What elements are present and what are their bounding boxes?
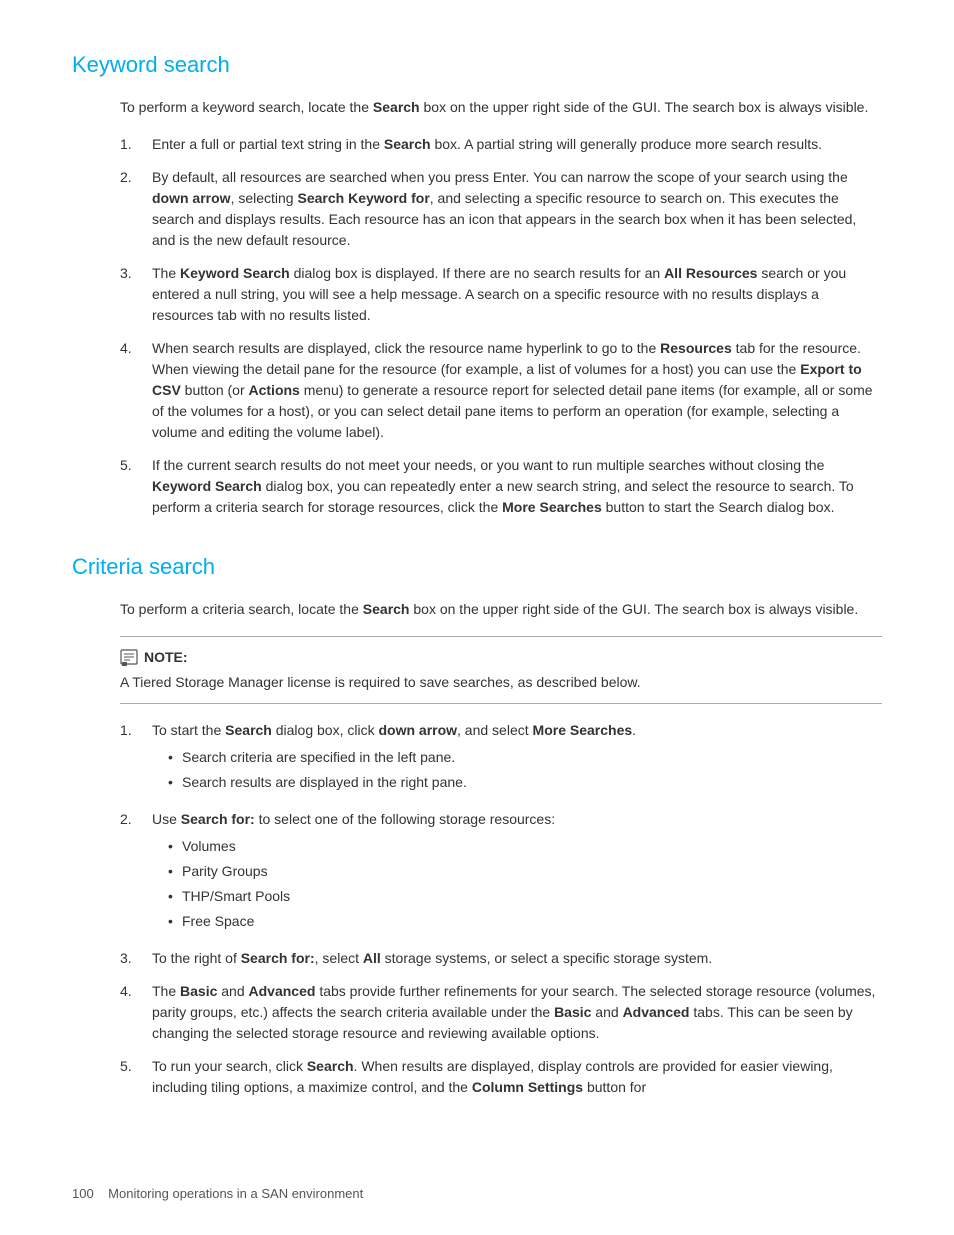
list-item: If the current search results do not mee… <box>120 455 882 518</box>
list-item-content: Use Search for: to select one of the fol… <box>152 809 882 936</box>
list-item: Enter a full or partial text string in t… <box>120 134 882 155</box>
bullet-item: Search criteria are specified in the lef… <box>168 747 882 768</box>
note-label-text: NOTE: <box>144 647 188 668</box>
list-item: The Basic and Advanced tabs provide furt… <box>120 981 882 1044</box>
list-item: To run your search, click Search. When r… <box>120 1056 882 1098</box>
bullet-item: THP/Smart Pools <box>168 886 882 907</box>
criteria-search-list: To start the Search dialog box, click do… <box>120 720 882 1098</box>
bullet-item: Parity Groups <box>168 861 882 882</box>
list-item-content: To the right of Search for:, select All … <box>152 948 882 969</box>
bullet-list: Search criteria are specified in the lef… <box>152 747 882 793</box>
criteria-search-title: Criteria search <box>72 550 882 583</box>
bullet-item: Volumes <box>168 836 882 857</box>
footer-text: Monitoring operations in a SAN environme… <box>108 1186 363 1201</box>
page-number: 100 <box>72 1186 94 1201</box>
list-item-content: When search results are displayed, click… <box>152 338 882 443</box>
note-box: NOTE: A Tiered Storage Manager license i… <box>120 636 882 704</box>
bullet-item: Search results are displayed in the righ… <box>168 772 882 793</box>
keyword-search-intro: To perform a keyword search, locate the … <box>120 97 882 118</box>
list-item: By default, all resources are searched w… <box>120 167 882 251</box>
list-item-content: To start the Search dialog box, click do… <box>152 720 882 797</box>
list-item: To start the Search dialog box, click do… <box>120 720 882 797</box>
bullet-item: Free Space <box>168 911 882 932</box>
list-item-content: The Keyword Search dialog box is display… <box>152 263 882 326</box>
page: Keyword search To perform a keyword sear… <box>0 0 954 1235</box>
list-item-content: The Basic and Advanced tabs provide furt… <box>152 981 882 1044</box>
criteria-search-intro: To perform a criteria search, locate the… <box>120 599 882 620</box>
list-item-content: Enter a full or partial text string in t… <box>152 134 882 155</box>
note-label: NOTE: <box>120 647 882 668</box>
list-item: Use Search for: to select one of the fol… <box>120 809 882 936</box>
note-text: A Tiered Storage Manager license is requ… <box>120 672 882 693</box>
bullet-list: Volumes Parity Groups THP/Smart Pools Fr… <box>152 836 882 932</box>
footer: 100 Monitoring operations in a SAN envir… <box>72 1184 363 1204</box>
list-item-content: By default, all resources are searched w… <box>152 167 882 251</box>
list-item: The Keyword Search dialog box is display… <box>120 263 882 326</box>
keyword-search-list: Enter a full or partial text string in t… <box>120 134 882 518</box>
list-item-content: To run your search, click Search. When r… <box>152 1056 882 1098</box>
keyword-search-title: Keyword search <box>72 48 882 81</box>
criteria-search-section: Criteria search To perform a criteria se… <box>72 550 882 1098</box>
list-item: To the right of Search for:, select All … <box>120 948 882 969</box>
note-icon <box>120 649 138 667</box>
list-item-content: If the current search results do not mee… <box>152 455 882 518</box>
list-item: When search results are displayed, click… <box>120 338 882 443</box>
keyword-search-section: Keyword search To perform a keyword sear… <box>72 48 882 518</box>
